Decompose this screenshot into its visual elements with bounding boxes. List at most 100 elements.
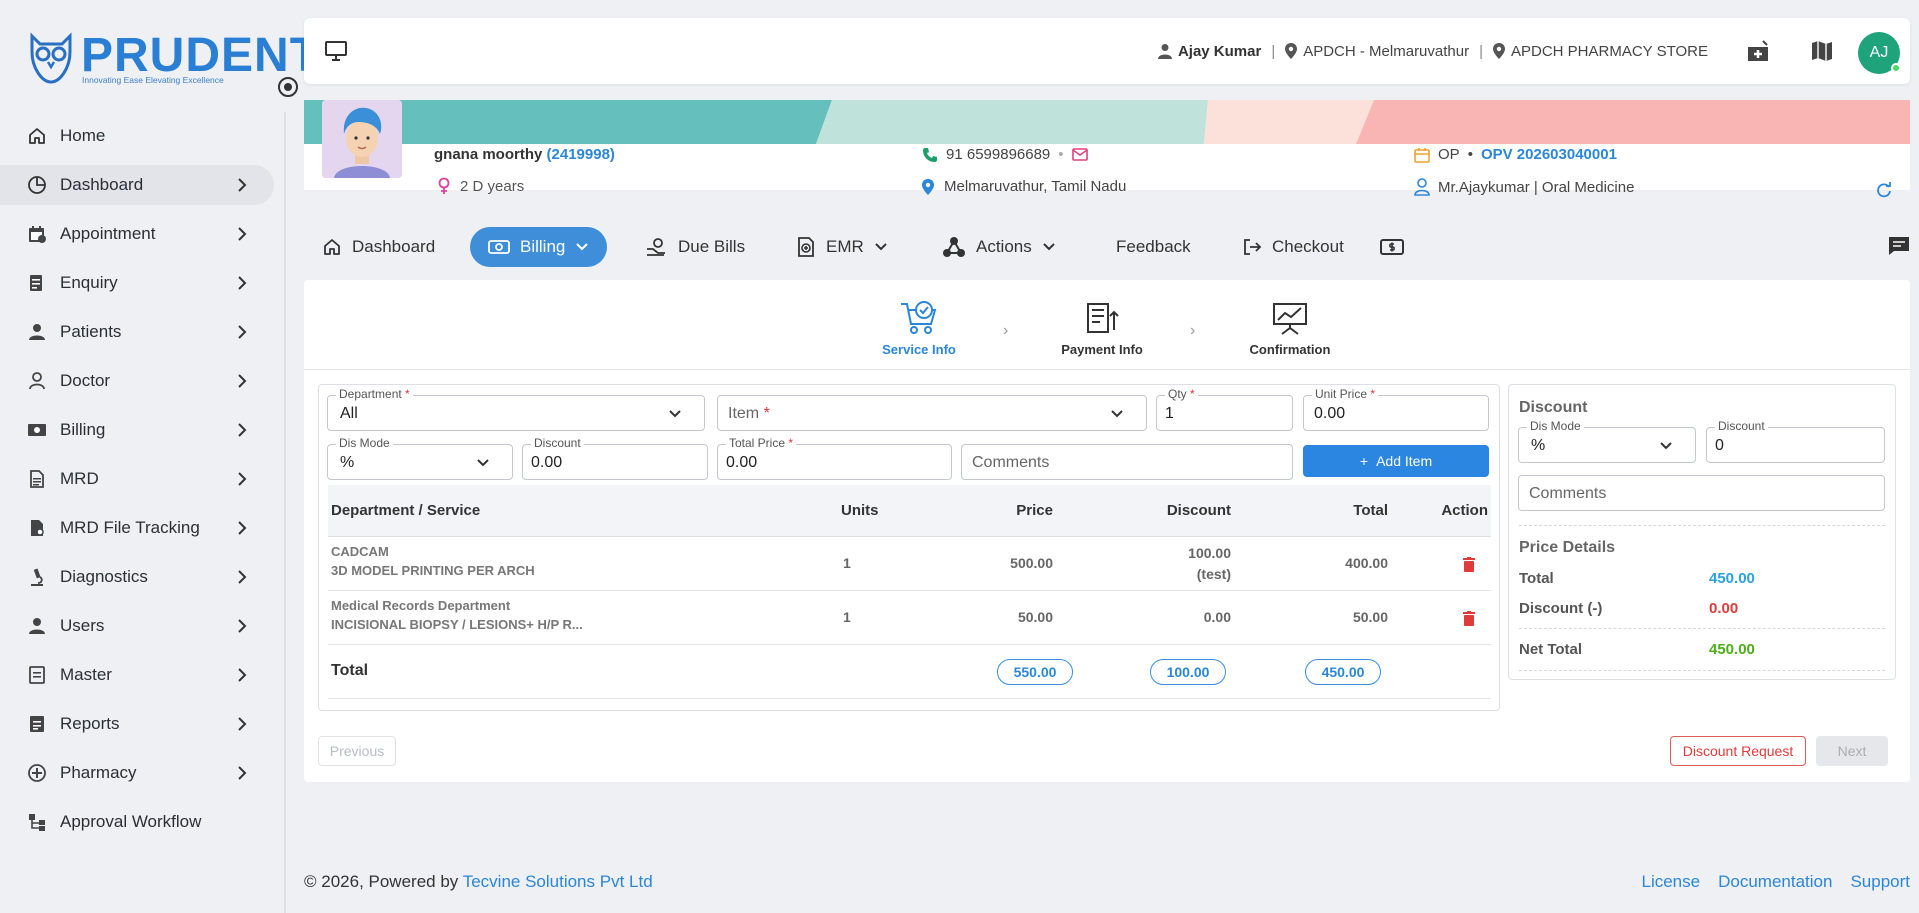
dis-mode-value: % <box>340 454 355 471</box>
brand-logo[interactable]: PRUDENT Innovating Ease Elevating Excell… <box>26 30 319 97</box>
sidebar-item-master[interactable]: Master <box>18 655 274 695</box>
sidebar-item-home[interactable]: Home <box>18 116 274 156</box>
tab-emr[interactable]: EMR <box>796 227 888 267</box>
total-price-field[interactable]: Total Price * 0.00 <box>717 436 952 480</box>
comments-placeholder: Comments <box>972 454 1050 471</box>
step-service-info[interactable]: Service Info <box>859 300 979 357</box>
divider <box>1519 525 1885 526</box>
row-units: 1 <box>843 555 851 571</box>
row-discount: 0.00 <box>1203 609 1231 625</box>
phone-icon <box>923 147 937 162</box>
side-comments-field[interactable]: Comments <box>1518 475 1885 511</box>
side-discount-field[interactable]: Discount 0 <box>1706 419 1885 463</box>
sidebar-item-mrd-file-tracking[interactable]: MRD File Tracking <box>18 508 274 548</box>
unit-price-label: Unit Price * <box>1312 387 1379 401</box>
hospital-icon[interactable] <box>1746 39 1770 63</box>
tab-checkout[interactable]: Checkout <box>1242 227 1344 267</box>
footer-links: License Documentation Support <box>1642 872 1911 892</box>
billing-icon <box>488 240 510 254</box>
discount-field[interactable]: Discount 0.00 <box>522 436 708 480</box>
sidebar-item-enquiry[interactable]: Enquiry <box>18 263 274 303</box>
chat-icon[interactable] <box>1888 236 1910 256</box>
cart-check-icon <box>901 301 937 334</box>
documentation-link[interactable]: Documentation <box>1718 872 1832 892</box>
refresh-icon[interactable] <box>1876 182 1892 198</box>
chevron-right-icon <box>238 423 247 437</box>
tab-label: Actions <box>976 237 1032 256</box>
tab-dashboard[interactable]: Dashboard <box>322 227 435 267</box>
sidebar-item-billing[interactable]: Billing <box>18 410 274 450</box>
map-icon[interactable] <box>1810 39 1834 63</box>
home-icon <box>26 125 48 147</box>
step-arrow-icon: › <box>1190 322 1196 339</box>
sidebar-item-appointment[interactable]: Appointment <box>18 214 274 254</box>
qty-field[interactable]: Qty * 1 <box>1156 387 1293 431</box>
divider <box>1519 670 1885 671</box>
tab-feedback[interactable]: Feedback <box>1116 227 1191 267</box>
item-select[interactable]: Item * <box>717 395 1147 431</box>
support-link[interactable]: Support <box>1850 872 1910 892</box>
chevron-right-icon <box>238 668 247 682</box>
price-total-row: Total 450.00 <box>1519 570 1885 587</box>
license-link[interactable]: License <box>1642 872 1701 892</box>
previous-button[interactable]: Previous <box>318 736 396 766</box>
sidebar-item-reports[interactable]: Reports <box>18 704 274 744</box>
pharmacy-icon <box>26 762 48 784</box>
emr-icon <box>798 237 814 257</box>
col-service: Department / Service <box>331 502 481 519</box>
calendar-icon <box>26 223 48 245</box>
user-name[interactable]: Ajay Kumar <box>1178 43 1261 60</box>
side-dis-mode-select[interactable]: Dis Mode % <box>1518 419 1696 463</box>
department-label: Department * <box>336 387 413 401</box>
col-price: Price <box>1016 502 1053 519</box>
visit-id[interactable]: OPV 202603040001 <box>1481 146 1617 163</box>
sidebar-item-label: Users <box>60 616 105 635</box>
tab-payment[interactable] <box>1380 227 1404 267</box>
file-tracking-icon <box>26 517 48 539</box>
sidebar-item-pharmacy[interactable]: Pharmacy <box>18 753 274 793</box>
row-units: 1 <box>843 609 851 625</box>
sidebar-item-approval-workflow[interactable]: Approval Workflow <box>18 802 274 842</box>
patient-id[interactable]: (2419998) <box>547 146 615 163</box>
step-payment-info[interactable]: Payment Info <box>1042 300 1162 357</box>
sidebar-item-label: Doctor <box>60 371 111 390</box>
comments-field[interactable]: Comments <box>961 444 1293 480</box>
mail-icon[interactable] <box>1071 148 1088 161</box>
step-confirmation[interactable]: Confirmation <box>1230 300 1350 357</box>
department-select[interactable]: Department * All <box>327 387 705 431</box>
company-link[interactable]: Tecvine Solutions Pvt Ltd <box>463 872 653 891</box>
total-price-label: Total Price * <box>726 436 797 450</box>
chevron-down-icon <box>1111 410 1123 418</box>
dis-mode-select[interactable]: Dis Mode % <box>327 436 513 480</box>
chevron-right-icon <box>238 766 247 780</box>
tab-billing[interactable]: Billing <box>470 227 608 267</box>
sidebar: PRUDENT Innovating Ease Elevating Excell… <box>0 0 319 913</box>
store-name[interactable]: APDCH PHARMACY STORE <box>1511 43 1708 60</box>
add-item-button[interactable]: + Add Item <box>1303 445 1489 477</box>
table-total-row: Total 550.00 100.00 450.00 <box>328 645 1491 699</box>
discount-request-button[interactable]: Discount Request <box>1670 736 1806 766</box>
tab-actions[interactable]: Actions <box>942 227 1056 267</box>
sidebar-toggle-icon[interactable] <box>278 77 298 97</box>
sidebar-item-mrd[interactable]: MRD <box>18 459 274 499</box>
sidebar-item-diagnostics[interactable]: Diagnostics <box>18 557 274 597</box>
trash-icon[interactable] <box>1463 557 1475 572</box>
sidebar-item-patients[interactable]: Patients <box>18 312 274 352</box>
table-row: Medical Records Department INCISIONAL BI… <box>328 591 1491 645</box>
location-pin-icon <box>922 178 934 195</box>
avatar[interactable]: AJ <box>1858 32 1901 74</box>
billing-icon <box>26 419 48 441</box>
sidebar-item-dashboard[interactable]: Dashboard <box>0 165 274 205</box>
row-service: 3D MODEL PRINTING PER ARCH <box>331 563 535 578</box>
sidebar-item-users[interactable]: Users <box>18 606 274 646</box>
tab-due-bills[interactable]: Due Bills <box>646 227 745 267</box>
trash-icon[interactable] <box>1463 611 1475 626</box>
monitor-icon[interactable] <box>324 40 348 62</box>
person-icon <box>26 321 48 343</box>
sidebar-item-label: Dashboard <box>60 175 144 194</box>
branch-name[interactable]: APDCH - Melmaruvathur <box>1303 43 1469 60</box>
chevron-right-icon <box>238 570 247 584</box>
sidebar-item-doctor[interactable]: Doctor <box>18 361 274 401</box>
unit-price-field[interactable]: Unit Price * 0.00 <box>1303 387 1489 431</box>
next-button[interactable]: Next <box>1816 736 1888 766</box>
